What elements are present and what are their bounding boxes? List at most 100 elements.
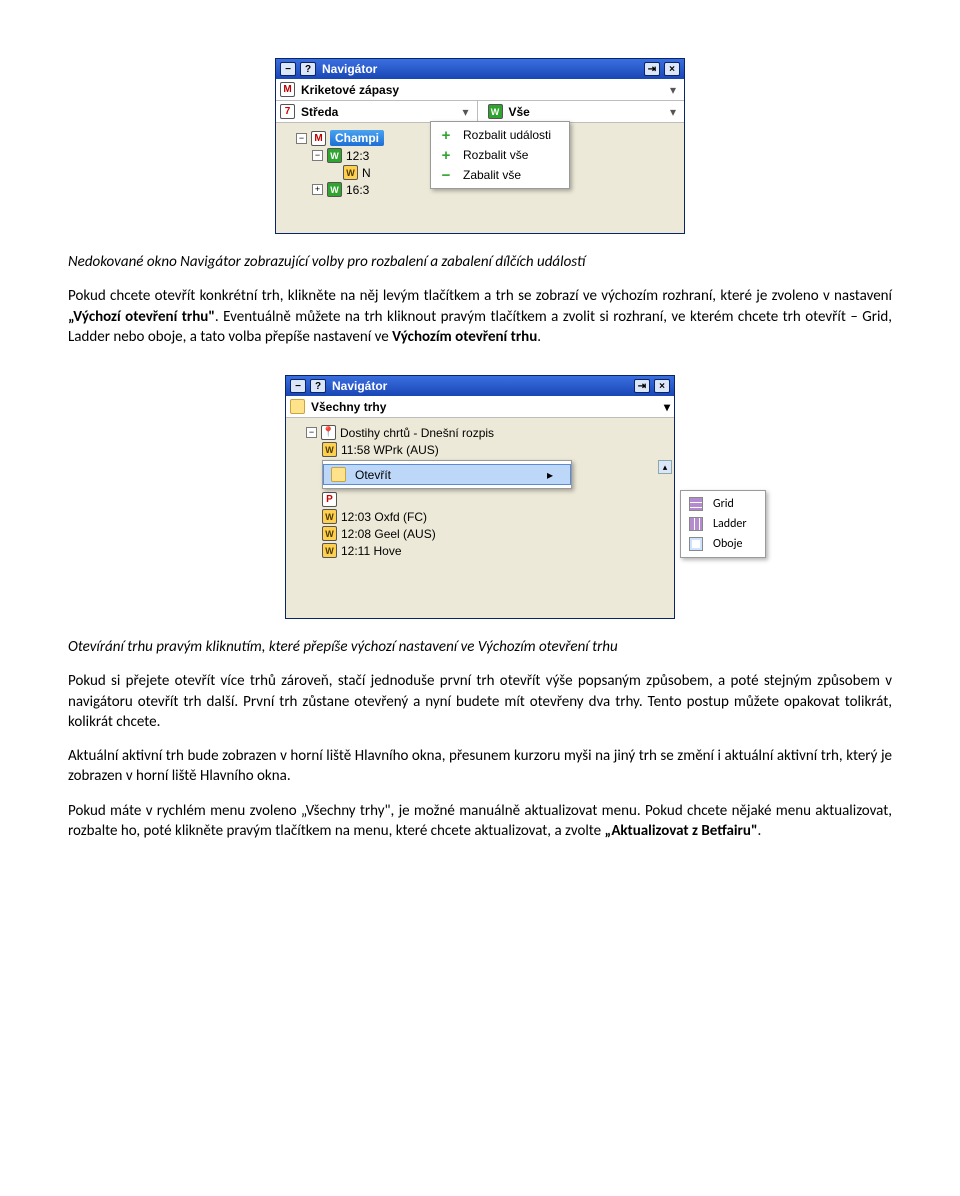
tree-node-greyhounds[interactable]: − 📍 Dostihy chrtů - Dnešní rozpis bbox=[290, 424, 670, 441]
cricket-icon: M bbox=[311, 131, 326, 146]
market-p-icon: P bbox=[322, 492, 337, 507]
pin-icon: 📍 bbox=[321, 425, 336, 440]
market-icon: W bbox=[322, 509, 337, 524]
tree-area: − M Champi − W 12:3 W N + bbox=[276, 123, 684, 233]
tree-area-2: ▴ − 📍 Dostihy chrtů - Dnešní rozpis W 11… bbox=[286, 418, 674, 618]
navigator-window-1: − ? Navigátor ⇥ × M Kriketové zápasy ▾ 7… bbox=[275, 58, 685, 234]
market-icon: W bbox=[322, 526, 337, 541]
submenu-label: Ladder bbox=[713, 517, 747, 531]
pin-icon[interactable]: ⇥ bbox=[634, 379, 650, 393]
folder-icon bbox=[290, 399, 305, 414]
expand-icon[interactable]: + bbox=[312, 184, 323, 195]
tree-label: 16:3 bbox=[346, 183, 369, 197]
market-label: 12:08 Geel (AUS) bbox=[341, 527, 436, 541]
collapse-icon[interactable]: − bbox=[306, 427, 317, 438]
tree-row-market[interactable]: P bbox=[290, 491, 670, 508]
pin-icon[interactable]: ⇥ bbox=[644, 62, 660, 76]
window-title: Navigátor bbox=[320, 62, 640, 76]
ctx-label: Otevřít bbox=[355, 468, 539, 482]
tree-row-market[interactable]: W 12:08 Geel (AUS) bbox=[290, 525, 670, 542]
submenu-grid[interactable]: Grid bbox=[681, 494, 765, 514]
folder-open-icon bbox=[331, 467, 346, 482]
all-markets-row[interactable]: Všechny trhy ▾ bbox=[286, 396, 674, 418]
para-span-bold: „Výchozí otevření trhu bbox=[68, 308, 208, 326]
minimize-icon[interactable]: − bbox=[290, 379, 306, 393]
ctx-open[interactable]: Otevřít ▸ bbox=[323, 464, 571, 485]
sport-header-row[interactable]: M Kriketové zápasy ▾ bbox=[276, 79, 684, 101]
tree-label: Dostihy chrtů - Dnešní rozpis bbox=[340, 426, 494, 440]
ctx-label: Zabalit vše bbox=[463, 168, 521, 182]
titlebar: − ? Navigátor ⇥ × bbox=[276, 59, 684, 79]
market-icon: W bbox=[343, 165, 358, 180]
market-icon: W bbox=[322, 442, 337, 457]
minimize-icon[interactable]: − bbox=[280, 62, 296, 76]
cricket-icon: M bbox=[280, 82, 295, 97]
collapse-icon[interactable]: − bbox=[312, 150, 323, 161]
tree-row-market[interactable]: W 11:58 WPrk (AUS) bbox=[290, 441, 670, 458]
para-span: Pokud chcete otevřít konkrétní trh, klik… bbox=[68, 287, 892, 305]
help-icon[interactable]: ? bbox=[310, 379, 326, 393]
all-selector[interactable]: W Vše ▾ bbox=[484, 101, 685, 122]
close-icon[interactable]: × bbox=[654, 379, 670, 393]
para-span: Pokud máte v rychlém menu zvoleno „Všech… bbox=[68, 802, 892, 840]
chevron-down-icon[interactable]: ▾ bbox=[459, 105, 473, 119]
submenu-ladder[interactable]: Ladder bbox=[681, 514, 765, 534]
ladder-icon bbox=[689, 517, 703, 531]
titlebar: − ? Navigátor ⇥ × bbox=[286, 376, 674, 396]
filter-row: 7 Středa ▾ W Vše ▾ bbox=[276, 101, 684, 123]
calendar-icon: 7 bbox=[280, 104, 295, 119]
tree-row-market[interactable]: W 12:11 Hove bbox=[290, 542, 670, 559]
tree-label: N bbox=[362, 166, 371, 180]
market-icon: W bbox=[322, 543, 337, 558]
ctx-label: Rozbalit události bbox=[463, 128, 551, 142]
both-icon bbox=[689, 537, 703, 551]
caption-1: Nedokované okno Navigátor zobrazující vo… bbox=[68, 252, 892, 272]
para-span: . bbox=[758, 822, 762, 840]
minus-icon: − bbox=[439, 168, 453, 182]
window-title: Navigátor bbox=[330, 379, 630, 393]
open-submenu: Grid Ladder Oboje bbox=[680, 490, 766, 558]
ctx-expand-all[interactable]: + Rozbalit vše bbox=[431, 145, 569, 165]
ctx-label: Rozbalit vše bbox=[463, 148, 528, 162]
submenu-both[interactable]: Oboje bbox=[681, 534, 765, 554]
sport-label: Kriketové zápasy bbox=[301, 83, 660, 97]
plus-icon: + bbox=[439, 148, 453, 162]
collapse-icon[interactable]: − bbox=[296, 133, 307, 144]
event-icon: W bbox=[327, 148, 342, 163]
all-markets-label: Všechny trhy bbox=[311, 400, 658, 414]
paragraph-3: Aktuální aktivní trh bude zobrazen v hor… bbox=[68, 746, 892, 787]
market-label: 11:58 WPrk (AUS) bbox=[341, 443, 439, 457]
ctx-collapse-all[interactable]: − Zabalit vše bbox=[431, 165, 569, 185]
all-label: Vše bbox=[509, 105, 661, 119]
submenu-label: Oboje bbox=[713, 537, 742, 551]
caption-2: Otevírání trhu pravým kliknutím, které p… bbox=[68, 637, 892, 657]
market-label: 12:03 Oxfd (FC) bbox=[341, 510, 427, 524]
chevron-down-icon[interactable]: ▾ bbox=[666, 83, 680, 97]
paragraph-4: Pokud máte v rychlém menu zvoleno „Všech… bbox=[68, 801, 892, 842]
tree-label-selected: Champi bbox=[330, 130, 384, 146]
context-menu: + Rozbalit události + Rozbalit vše − Zab… bbox=[430, 121, 570, 189]
submenu-label: Grid bbox=[713, 497, 734, 511]
grid-icon bbox=[689, 497, 703, 511]
plus-icon: + bbox=[439, 128, 453, 142]
tree-row-market[interactable]: W 12:03 Oxfd (FC) bbox=[290, 508, 670, 525]
closing-quote: " bbox=[208, 308, 215, 326]
all-icon: W bbox=[488, 104, 503, 119]
para-span-bold: Výchozím otevření trhu bbox=[392, 328, 537, 346]
navigator-window-2: − ? Navigátor ⇥ × Všechny trhy ▾ ▴ − 📍 bbox=[285, 375, 675, 619]
submenu-arrow-icon: ▸ bbox=[547, 468, 553, 482]
para-span-bold: „Aktualizovat z Betfairu" bbox=[605, 822, 758, 840]
para-span: . bbox=[537, 328, 541, 346]
day-label: Středa bbox=[301, 105, 453, 119]
close-icon[interactable]: × bbox=[664, 62, 680, 76]
tree-label: 12:3 bbox=[346, 149, 369, 163]
help-icon[interactable]: ? bbox=[300, 62, 316, 76]
open-context-menu: Otevřít ▸ bbox=[322, 460, 572, 489]
paragraph-1: Pokud chcete otevřít konkrétní trh, klik… bbox=[68, 286, 892, 347]
chevron-down-icon[interactable]: ▾ bbox=[664, 400, 670, 414]
chevron-down-icon[interactable]: ▾ bbox=[666, 105, 680, 119]
event-icon: W bbox=[327, 182, 342, 197]
market-label: 12:11 Hove bbox=[341, 544, 402, 558]
ctx-expand-events[interactable]: + Rozbalit události bbox=[431, 125, 569, 145]
day-selector[interactable]: 7 Středa ▾ bbox=[276, 101, 478, 122]
